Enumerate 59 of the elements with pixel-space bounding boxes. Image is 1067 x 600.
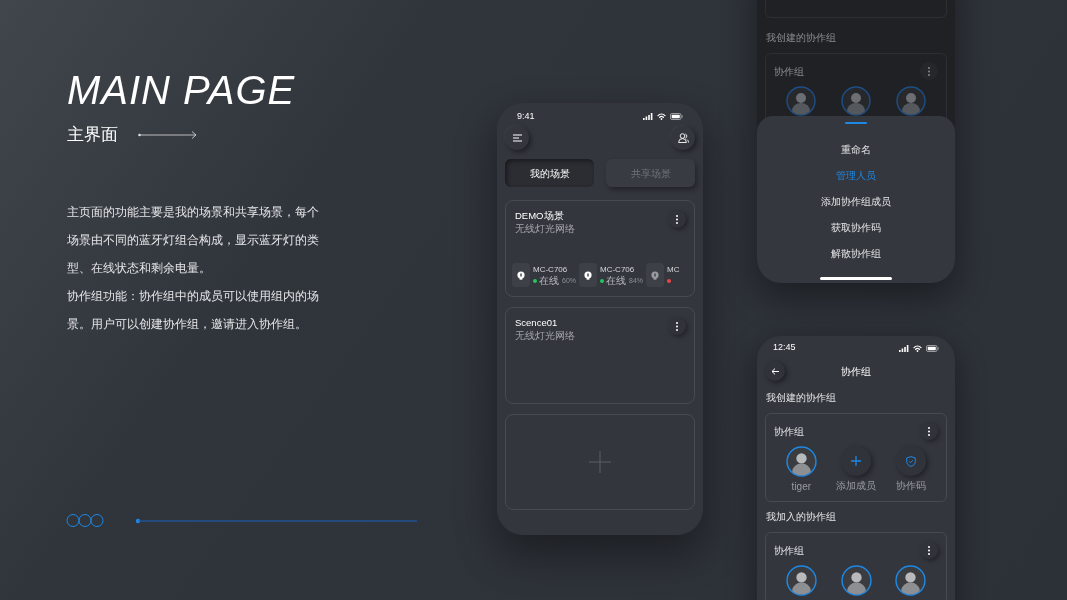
bulb-icon: [584, 270, 592, 280]
plus-icon: [589, 451, 611, 473]
menu-item[interactable]: 解散协作组: [831, 245, 881, 263]
menu-icon: [512, 134, 522, 142]
status-time: 12:45: [773, 341, 796, 355]
page-title: MAIN PAGE: [67, 67, 297, 114]
bulb-icon: [651, 270, 660, 280]
scene-card[interactable]: Scence01 无线灯光网络: [505, 307, 695, 404]
device-name: MC-C706: [600, 263, 636, 275]
signal-icon: [643, 113, 653, 120]
device-status: 在线: [539, 274, 559, 287]
scene-title: DEMO场景: [515, 210, 565, 222]
scene-subtitle: 无线灯光网络: [515, 329, 575, 342]
section-title: 我创建的协作组: [766, 391, 837, 405]
avatar-icon: [785, 565, 817, 596]
section-title: 我创建的协作组: [766, 31, 837, 45]
scene-title: Scence01: [515, 317, 559, 329]
avatar-icon: [786, 86, 817, 116]
group-title: 协作组: [774, 64, 804, 79]
group-title: 协作组: [774, 543, 804, 558]
shield-icon: [905, 455, 916, 467]
home-indicator: [820, 277, 892, 280]
device-name: MC: [667, 263, 680, 275]
avatar-icon: [841, 86, 871, 116]
avatar-icon: [840, 565, 872, 596]
scene-subtitle: 无线灯光网络: [515, 222, 575, 235]
members-button[interactable]: [671, 126, 695, 150]
avatar-icon: [895, 86, 926, 116]
section-title: 我加入的协作组: [766, 510, 837, 524]
avatar-icon: [785, 446, 817, 477]
page-subtitle: 主界面: [67, 124, 118, 146]
plus-icon: [851, 456, 861, 466]
menu-button[interactable]: [505, 126, 529, 150]
device-name: MC-C706: [533, 263, 569, 275]
menu-item[interactable]: 重命名: [841, 141, 871, 159]
signal-icon: [899, 344, 909, 352]
menu-item[interactable]: 添加协作组成员: [821, 193, 891, 211]
wifi-icon: [657, 113, 666, 120]
arrow-icon: [138, 129, 198, 140]
member-label: 添加成员: [836, 480, 876, 492]
battery-icon: [926, 344, 939, 352]
member-label: 协作码: [895, 480, 926, 492]
member-label: tiger: [791, 481, 812, 493]
sheet-handle[interactable]: [845, 122, 867, 124]
wifi-icon: [913, 344, 922, 352]
back-arrow-icon: [771, 367, 779, 375]
status-time: 9:41: [517, 109, 535, 123]
description-paragraph: 协作组功能：协作组中的成员可以使用组内的场景。用户可以创建协作组，邀请进入协作组。: [67, 287, 320, 333]
users-icon: [677, 133, 689, 143]
screen-title: 协作组: [841, 364, 871, 379]
group-title: 协作组: [774, 424, 804, 439]
bulb-icon: [517, 270, 525, 280]
avatar-icon: [895, 565, 927, 596]
menu-item[interactable]: 获取协作码: [831, 219, 881, 237]
device-status: 在线: [606, 274, 626, 287]
description-paragraph: 主页面的功能主要是我的场景和共享场景，每个场景由不同的蓝牙灯组合构成，显示蓝牙灯的类型、在线状态和剩余电量。: [67, 203, 320, 277]
page-indicator-icon: [66, 513, 104, 528]
battery-icon: [670, 113, 683, 120]
scene-tab[interactable]: 我的场景: [505, 159, 594, 187]
